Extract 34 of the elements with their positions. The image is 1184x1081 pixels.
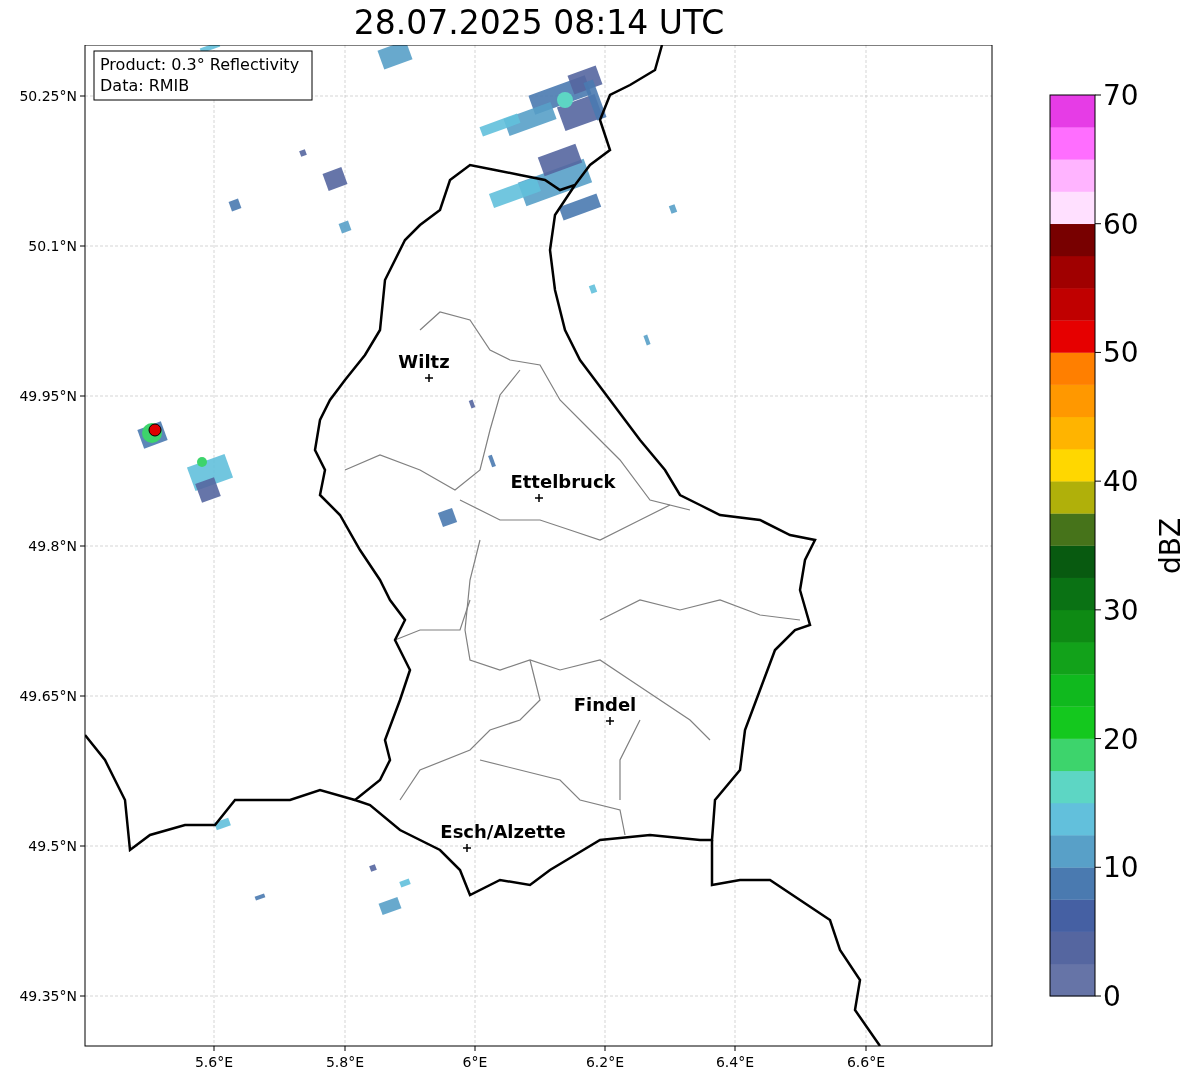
colorbar-tick-label: 70 bbox=[1103, 79, 1139, 112]
x-tick-label: 6.6°E bbox=[846, 1054, 886, 1070]
y-tick-label: 49.95°N bbox=[19, 388, 77, 404]
radar-site-marker bbox=[148, 423, 162, 437]
city-label: Findel bbox=[573, 694, 637, 715]
y-tick-label: 49.5°N bbox=[28, 838, 77, 854]
colorbar-tick-label: 0 bbox=[1103, 980, 1121, 1013]
y-tick-label: 49.8°N bbox=[28, 538, 77, 554]
chart-title: 28.07.2025 08:14 UTC bbox=[353, 3, 725, 42]
x-tick-label: 6.2°E bbox=[585, 1054, 625, 1070]
city-label: Ettelbruck bbox=[510, 471, 616, 492]
y-tick-label: 49.65°N bbox=[19, 688, 77, 704]
colorbar-tick-label: 50 bbox=[1103, 336, 1139, 370]
city-marker bbox=[424, 373, 434, 383]
city-marker bbox=[605, 716, 615, 726]
colorbar-tick-label: 40 bbox=[1103, 465, 1139, 499]
x-tick-label: 6°E bbox=[462, 1054, 488, 1070]
x-tick-label: 6.4°E bbox=[715, 1054, 755, 1070]
x-tick-label: 5.6°E bbox=[194, 1054, 234, 1070]
city-label: Esch/Alzette bbox=[440, 821, 566, 842]
city-label: Wiltz bbox=[398, 351, 450, 372]
colorbar-tick-label: 10 bbox=[1103, 851, 1139, 885]
colorbar-tick-label: 30 bbox=[1103, 593, 1139, 627]
x-tick-label: 5.8°E bbox=[325, 1054, 365, 1070]
colorbar-tick-label: 20 bbox=[1103, 722, 1139, 756]
info-text: Data: RMIB bbox=[100, 76, 190, 95]
y-tick-label: 50.1°N bbox=[28, 238, 77, 254]
colorbar-label: dBZ bbox=[1154, 517, 1184, 575]
y-tick-label: 50.25°N bbox=[19, 88, 77, 104]
info-text: Product: 0.3° Reflectivity bbox=[100, 55, 300, 74]
colorbar-tick-label: 60 bbox=[1103, 207, 1139, 241]
y-tick-label: 49.35°N bbox=[19, 988, 77, 1004]
city-marker bbox=[534, 493, 544, 503]
city-marker bbox=[462, 843, 472, 853]
